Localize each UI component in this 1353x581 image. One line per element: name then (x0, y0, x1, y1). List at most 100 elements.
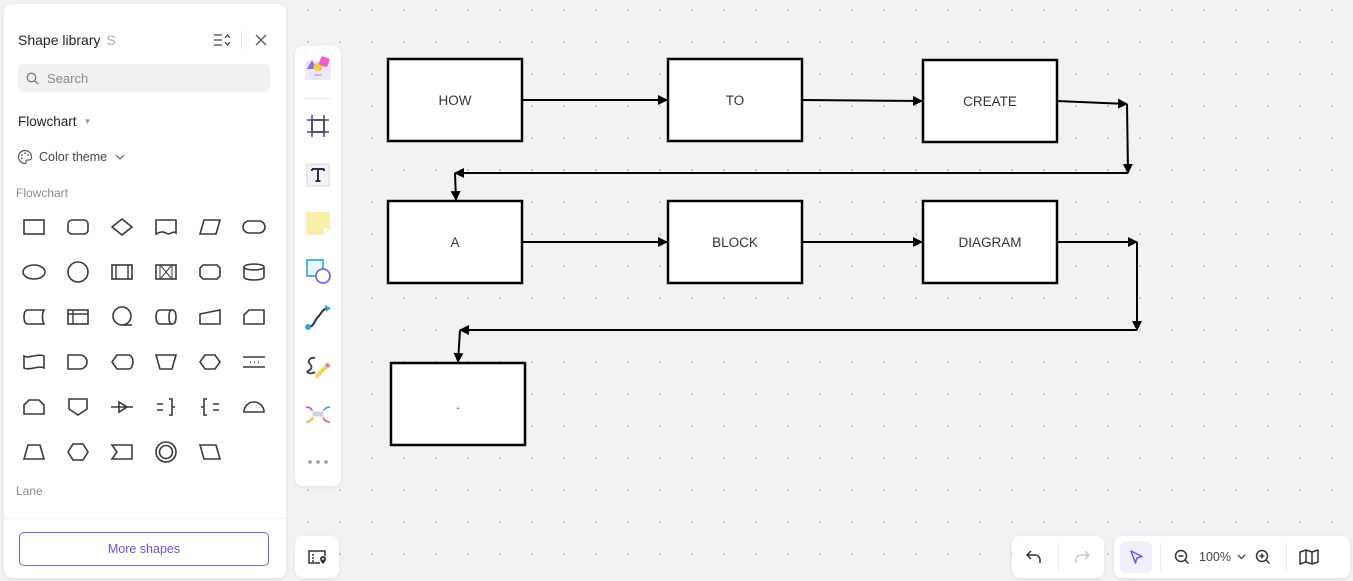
shape-circle[interactable] (56, 249, 100, 294)
block-node[interactable]: BLOCK (666, 199, 804, 285)
shape-parallel-mode[interactable] (232, 339, 276, 384)
location-map-button[interactable] (295, 536, 339, 578)
close-panel-button[interactable] (250, 30, 272, 50)
category-label: Flowchart (18, 114, 77, 129)
shape-preparation[interactable] (188, 339, 232, 384)
color-theme-dropdown[interactable]: Color theme (17, 149, 125, 165)
undo-button[interactable] (1018, 541, 1050, 573)
more-shapes-button[interactable]: More shapes (19, 532, 269, 566)
shape-sequential-access[interactable] (100, 294, 144, 339)
block-label: A (450, 235, 459, 250)
mind-map-button[interactable] (302, 398, 334, 430)
shape-terminator[interactable] (232, 204, 276, 249)
shape-data-io[interactable] (188, 204, 232, 249)
panel-header: Shape library S (18, 30, 272, 50)
shape-merge-arrow[interactable] (100, 384, 144, 429)
manual-input-shape-icon (199, 308, 221, 325)
undo-icon (1026, 550, 1041, 563)
block-label: CREATE (963, 94, 1017, 109)
sticky-note-button[interactable] (302, 207, 334, 239)
zoom-in-button[interactable] (1250, 541, 1276, 573)
shape-process[interactable] (12, 204, 56, 249)
shape-annotation-right[interactable] (144, 384, 188, 429)
select-tool-button[interactable] (1120, 541, 1152, 573)
shape-card[interactable] (232, 294, 276, 339)
manual-operation-shape-icon (154, 353, 178, 370)
pen-icon (306, 356, 331, 378)
view-divider (1285, 543, 1287, 571)
tool-rail (295, 46, 341, 486)
shape-predefined-process[interactable] (100, 249, 144, 294)
stored-data-shape-icon (23, 308, 46, 325)
search-input[interactable] (47, 70, 247, 86)
templates-icon (305, 56, 331, 80)
trapezoid-shape-icon (22, 443, 46, 460)
sort-options-button[interactable] (211, 30, 233, 50)
view-controls: 100% (1114, 536, 1350, 578)
block-node[interactable]: DIAGRAM (921, 199, 1059, 285)
shape-step[interactable] (100, 429, 144, 474)
category-dropdown[interactable]: Flowchart ▼ (18, 114, 91, 129)
redo-button[interactable] (1066, 541, 1098, 573)
mind-map-icon (305, 406, 331, 423)
shape-decision[interactable] (100, 204, 144, 249)
shape-off-page-connector[interactable] (56, 384, 100, 429)
shape-database[interactable] (232, 249, 276, 294)
shape-direct-access-storage[interactable] (144, 294, 188, 339)
shape-manual-operation[interactable] (144, 339, 188, 384)
shape-parallelogram-alt[interactable] (188, 429, 232, 474)
shape-search-field[interactable] (18, 64, 270, 92)
shape-delay[interactable] (56, 339, 100, 384)
close-icon (255, 34, 267, 46)
alternate-process-shape-icon (199, 263, 221, 280)
shape-document[interactable] (144, 204, 188, 249)
shape-display[interactable] (100, 339, 144, 384)
block-node[interactable]: . (389, 361, 527, 447)
parallel-mode-shape-icon (243, 355, 265, 368)
shape-hexagon[interactable] (56, 429, 100, 474)
block-node[interactable]: TO (666, 57, 804, 143)
text-icon (306, 163, 330, 187)
shape-ellipse[interactable] (12, 249, 56, 294)
terminator-shape-icon (242, 219, 266, 234)
zoom-out-button[interactable] (1169, 541, 1195, 573)
palette-icon (17, 149, 33, 165)
shape-half-circle[interactable] (232, 384, 276, 429)
search-icon (26, 72, 39, 84)
block-label: TO (726, 93, 745, 108)
shape-rounded-rectangle[interactable] (56, 204, 100, 249)
shape-icon (306, 259, 331, 284)
chevron-down-icon (1237, 554, 1246, 560)
step-shape-icon (110, 443, 133, 460)
half-circle-shape-icon (243, 400, 265, 413)
shape-card-storage[interactable] (56, 294, 100, 339)
shape-loop-limit[interactable] (12, 384, 56, 429)
rail-divider (304, 98, 332, 99)
connector-n2-n3[interactable] (801, 95, 923, 106)
text-tool-button[interactable] (302, 159, 334, 191)
block-node[interactable]: A (386, 199, 524, 285)
shape-internal-storage-crossed[interactable] (144, 249, 188, 294)
preparation-shape-icon (199, 353, 221, 370)
shape-stored-data[interactable] (12, 294, 56, 339)
display-shape-icon (111, 353, 134, 370)
pen-tool-button[interactable] (302, 350, 334, 382)
frame-tool-button[interactable] (302, 110, 334, 142)
shape-manual-input[interactable] (188, 294, 232, 339)
shape-punched-tape[interactable] (12, 339, 56, 384)
templates-button[interactable] (302, 52, 334, 84)
shape-alternate-process[interactable] (188, 249, 232, 294)
shape-tool-button[interactable] (302, 255, 334, 287)
sticky-note-icon (306, 212, 331, 236)
more-tools-button[interactable] (302, 446, 334, 478)
panel-title: Shape library (18, 32, 101, 48)
minimap-button[interactable] (1293, 541, 1325, 573)
zoom-level-dropdown[interactable]: 100% (1195, 550, 1250, 564)
shape-double-circle[interactable] (144, 429, 188, 474)
shape-annotation-left[interactable] (188, 384, 232, 429)
connector-tool-button[interactable] (302, 302, 334, 334)
shape-trapezoid[interactable] (12, 429, 56, 474)
block-node[interactable]: CREATE (921, 58, 1059, 144)
block-node[interactable]: HOW (386, 57, 524, 143)
merge-arrow-shape-icon (111, 400, 133, 413)
